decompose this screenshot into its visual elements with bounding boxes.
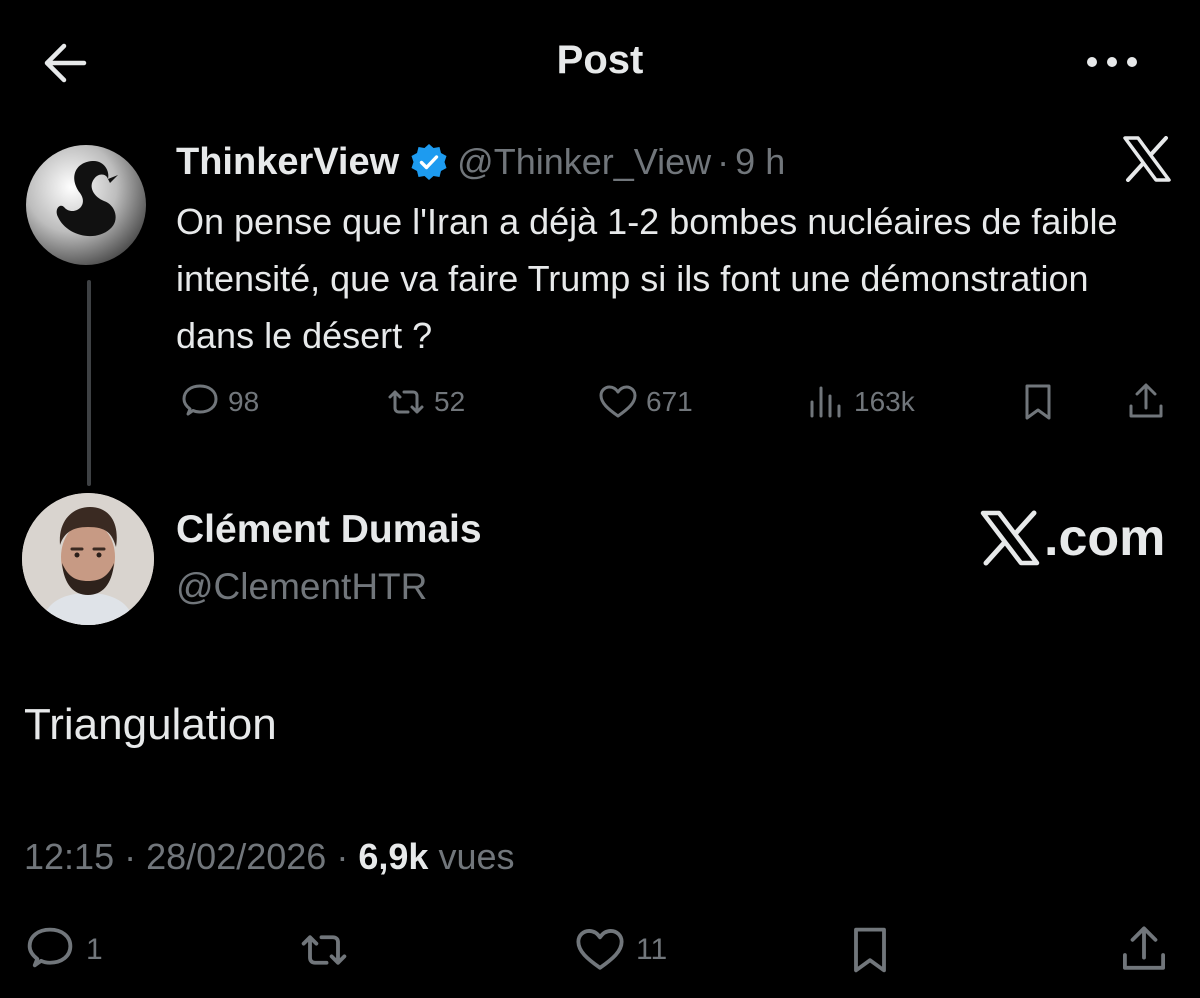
like-button[interactable]: 671 [596, 380, 693, 424]
repost-button[interactable]: 52 [384, 380, 465, 424]
bookmark-button[interactable] [1016, 380, 1060, 424]
watermark-text: .com [1044, 509, 1166, 567]
post-time[interactable]: 12:15 [24, 836, 114, 877]
author-handle[interactable]: @ClementHTR [176, 566, 427, 608]
view-count: 163k [854, 386, 915, 417]
bookmark-button[interactable] [842, 922, 898, 978]
more-horizontal-icon [1087, 57, 1137, 67]
share-button[interactable] [1116, 922, 1172, 978]
tweet-metadata: 12:15 · 28/02/2026 · 6,9k vues [24, 836, 514, 878]
x-com-watermark: .com [980, 506, 1165, 570]
post-date[interactable]: 28/02/2026 [146, 836, 326, 877]
reply-count: 1 [86, 933, 103, 966]
verified-badge-icon [411, 144, 447, 180]
author-name[interactable]: ThinkerView [176, 141, 399, 184]
tweet-text: Triangulation [24, 700, 277, 749]
thread-connector-line [87, 280, 91, 486]
bookmark-icon [1025, 384, 1051, 420]
user-portrait-avatar [22, 493, 154, 625]
separator-dot: · [717, 141, 730, 182]
page-title: Post [556, 38, 644, 82]
repost-button[interactable] [296, 922, 352, 978]
more-options-button[interactable] [1082, 42, 1142, 82]
bar-chart-icon [810, 386, 841, 418]
x-logo-icon [980, 510, 1040, 566]
avatar[interactable] [24, 143, 148, 267]
share-upload-icon [1123, 926, 1165, 970]
reply-count: 98 [228, 386, 260, 417]
like-count: 11 [636, 933, 668, 966]
bookmark-icon [854, 927, 886, 973]
reply-bubble-icon [27, 927, 73, 968]
like-count: 671 [646, 386, 693, 417]
views-label: vues [438, 836, 515, 877]
reply-button[interactable]: 98 [178, 380, 259, 424]
x-logo-icon [1122, 136, 1172, 182]
avatar[interactable] [22, 493, 154, 625]
swan-logo-avatar [26, 145, 146, 265]
author-handle[interactable]: @Thinker_View [457, 141, 711, 183]
separator-dot: · [336, 836, 349, 877]
heart-icon [599, 385, 637, 418]
reply-button[interactable]: 1 [22, 922, 103, 978]
repost-icon [301, 935, 347, 965]
views-button[interactable]: 163k [804, 380, 915, 424]
repost-icon [388, 390, 424, 414]
share-button[interactable] [1124, 380, 1168, 424]
author-name[interactable]: Clément Dumais [176, 508, 482, 552]
quoted-tweet-header: ThinkerView @Thinker_View · 9 h [176, 137, 785, 187]
heart-icon [576, 929, 624, 970]
separator-dot: · [124, 836, 137, 877]
views-count: 6,9k [358, 836, 429, 877]
post-time[interactable]: 9 h [735, 141, 785, 183]
reply-bubble-icon [182, 384, 218, 416]
like-button[interactable]: 11 [572, 922, 667, 978]
quoted-tweet-text: On pense que l'Iran a déjà 1-2 bombes nu… [176, 201, 1118, 356]
share-upload-icon [1129, 383, 1163, 418]
repost-count: 52 [434, 386, 466, 417]
